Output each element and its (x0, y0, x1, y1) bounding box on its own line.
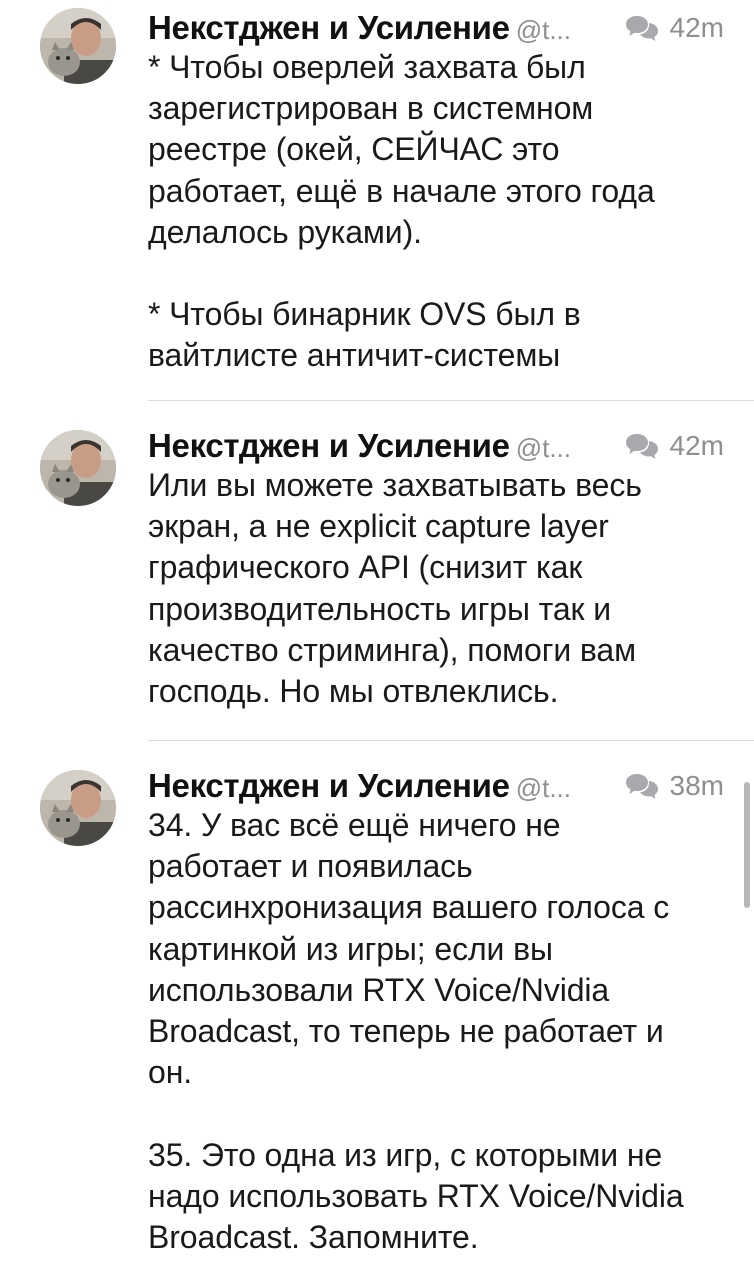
tweet-header: Некстджен и Усиление @t... 42m (148, 424, 734, 468)
author-name[interactable]: Некстджен и Усиление (148, 767, 510, 804)
tweet-feed: Некстджен и Усиление @t... 42m * Чтобы ов… (0, 0, 754, 1280)
tweet-header: Некстджен и Усиление @t... 42m (148, 6, 734, 50)
author-name[interactable]: Некстджен и Усиление (148, 9, 510, 46)
divider (148, 400, 754, 401)
tweet-meta: 42m (624, 424, 724, 468)
divider (148, 740, 754, 741)
timestamp: 42m (669, 12, 724, 43)
tweet-header: Некстджен и Усиление @t... 38m (148, 764, 734, 808)
scrollbar[interactable] (744, 782, 750, 908)
author-handle[interactable]: @t... (516, 15, 571, 45)
conversation-bubbles-icon (625, 434, 658, 459)
avatar-photo (40, 8, 116, 84)
tweet-meta: 38m (624, 764, 724, 808)
timestamp: 38m (669, 770, 724, 801)
author-name[interactable]: Некстджен и Усиление (148, 427, 510, 464)
tweet-meta: 42m (624, 6, 724, 50)
avatar[interactable] (40, 430, 116, 506)
tweet-body: * Чтобы оверлей захвата был зарегистриро… (148, 49, 655, 374)
author-handle[interactable]: @t... (516, 773, 571, 803)
avatar-photo (40, 430, 116, 506)
avatar-photo (40, 770, 116, 846)
author-handle[interactable]: @t... (516, 433, 571, 463)
conversation-bubbles-icon (625, 16, 658, 41)
tweet-body: Или вы можете захватывать весь экран, а … (148, 467, 642, 710)
avatar[interactable] (40, 8, 116, 84)
tweet-body: 34. У вас всё ещё ничего не работает и п… (148, 807, 684, 1256)
timestamp: 42m (669, 430, 724, 461)
avatar[interactable] (40, 770, 116, 846)
conversation-bubbles-icon (625, 774, 658, 799)
